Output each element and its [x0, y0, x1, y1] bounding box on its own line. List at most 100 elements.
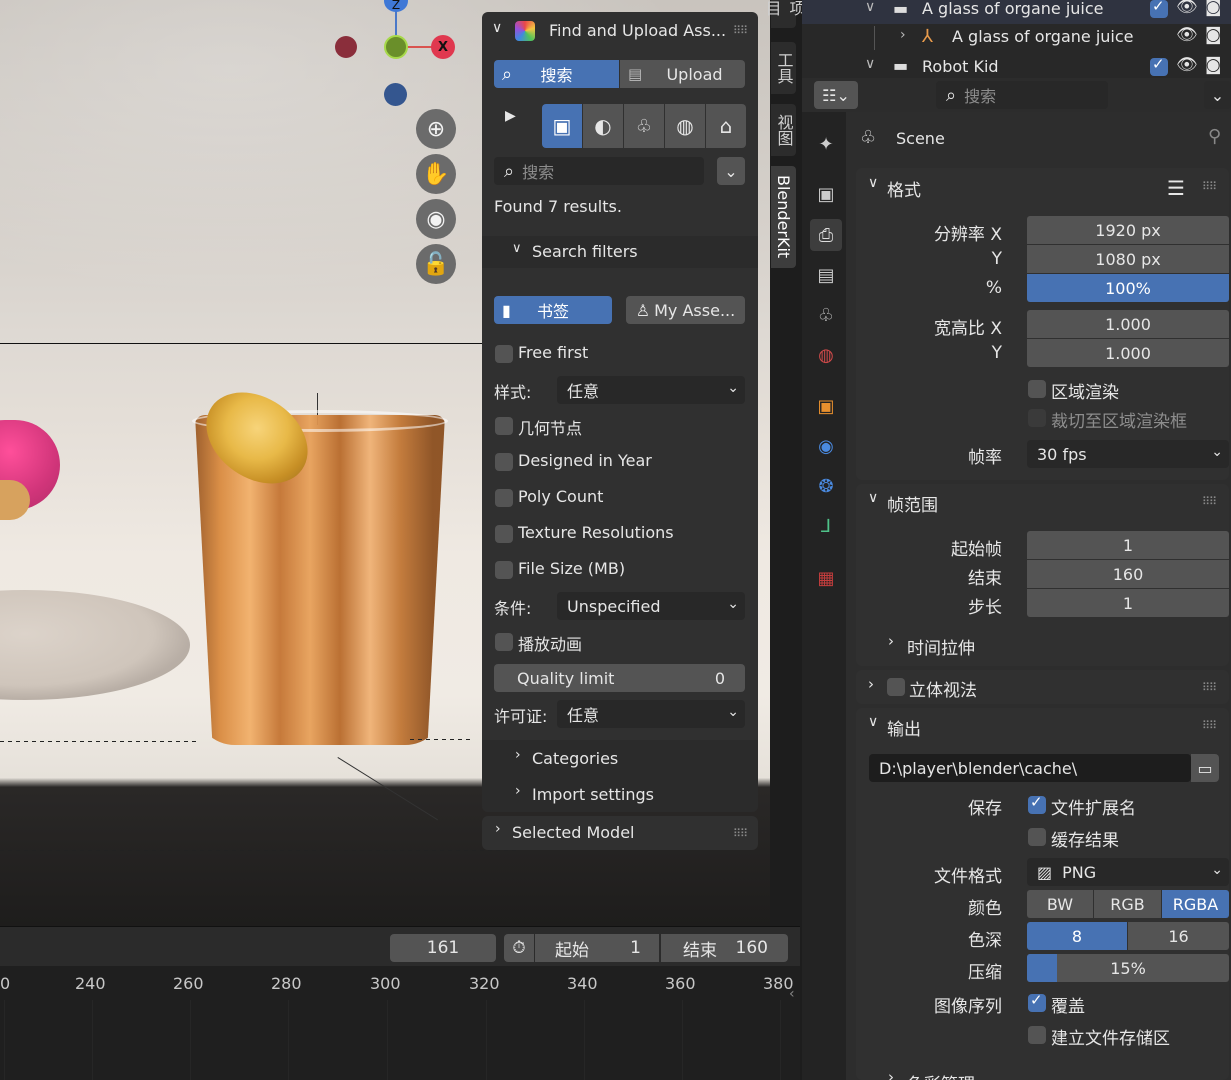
eye-icon[interactable]: 👁 — [1176, 25, 1198, 45]
drag-grip-icon[interactable]: ⠿⠿ — [1202, 719, 1217, 732]
output-header[interactable]: ∨ 输出 — [856, 708, 1229, 742]
placeholders-checkbox[interactable] — [1028, 1026, 1046, 1044]
gizmo-neg-x[interactable] — [335, 36, 357, 58]
stereoscopy-section[interactable]: › 立体视法 ⠿⠿ — [856, 670, 1229, 704]
designed-in-year-checkbox[interactable] — [495, 453, 513, 471]
object-data-icon[interactable]: ⅃ — [810, 510, 842, 542]
color-rgba-button[interactable]: RGBA — [1162, 890, 1229, 918]
pan-hand-icon[interactable]: ✋ — [416, 154, 456, 194]
material-type-icon[interactable]: ◐ — [583, 104, 623, 148]
condition-dropdown[interactable]: Unspecified ⌄ — [557, 592, 745, 620]
eye-icon[interactable]: 👁 — [1176, 0, 1198, 17]
gizmo-neg-y[interactable] — [384, 35, 408, 59]
style-dropdown[interactable]: 任意 ⌄ — [557, 376, 745, 404]
texture-resolutions-checkbox[interactable] — [495, 525, 513, 543]
camera-view-icon[interactable]: ◉ — [416, 199, 456, 239]
aspect-y-field[interactable]: 1.000 — [1027, 339, 1229, 367]
properties-search-input[interactable]: ⌕ 搜索 — [936, 81, 1108, 109]
animated-checkbox[interactable] — [495, 633, 513, 651]
camera-icon[interactable]: ◙ — [1205, 0, 1222, 17]
play-triangle-icon[interactable]: ▶ — [505, 108, 516, 124]
resolution-y-field[interactable]: 1080 px — [1027, 245, 1229, 273]
gizmo-neg-z[interactable] — [384, 83, 407, 106]
pin-icon[interactable]: ⚲ — [1208, 126, 1221, 147]
tab-item[interactable]: 项目 — [763, 0, 806, 28]
camera-icon[interactable]: ◙ — [1205, 55, 1222, 75]
output-icon[interactable]: ⎙ — [810, 219, 842, 251]
outliner-row[interactable]: ∨ ▬ Robot Kid 👁 ◙ — [802, 54, 1231, 78]
current-frame-field[interactable]: 161 — [390, 934, 496, 962]
free-first-checkbox[interactable] — [495, 345, 513, 363]
folder-icon[interactable]: ▭ — [1191, 754, 1219, 782]
stopwatch-icon[interactable]: ⏱ — [504, 934, 534, 962]
search-tab[interactable]: ⌕ 搜索 — [494, 60, 619, 88]
end-frame-field[interactable]: 结束 160 — [661, 934, 788, 962]
chevron-left-icon[interactable]: ‹ — [789, 986, 795, 1002]
hdri-type-icon[interactable]: ◍ — [665, 104, 705, 148]
drag-grip-icon[interactable]: ⠿⠿ — [733, 827, 748, 840]
render-icon[interactable]: ▣ — [810, 178, 842, 210]
physics-icon[interactable]: ◉ — [810, 430, 842, 462]
exclude-checkbox[interactable] — [1150, 0, 1168, 18]
file-extensions-checkbox[interactable] — [1028, 793, 1046, 814]
options-dropdown-icon[interactable]: ⌄ — [1204, 81, 1231, 109]
resolution-x-field[interactable]: 1920 px — [1027, 216, 1229, 244]
aspect-x-field[interactable]: 1.000 — [1027, 310, 1229, 338]
search-input[interactable]: ⌕ 搜索 — [494, 157, 704, 185]
search-dropdown-icon[interactable]: ⌄ — [717, 157, 745, 185]
tab-blenderkit[interactable]: BlenderKit — [771, 166, 796, 268]
color-rgb-button[interactable]: RGB — [1094, 890, 1161, 918]
exclude-checkbox[interactable] — [1150, 55, 1168, 76]
tab-view[interactable]: 视图 — [771, 104, 796, 156]
timeline-area[interactable]: 0 240 260 280 300 320 340 360 380 ‹ — [0, 966, 800, 1080]
start-frame-field[interactable]: 起始 1 — [535, 934, 659, 962]
outliner-row[interactable]: ∨ ▬ A glass of organe juice 👁 ◙ — [802, 0, 1231, 24]
categories-header[interactable]: › Categories — [482, 742, 758, 774]
poly-count-checkbox[interactable] — [495, 489, 513, 507]
drag-grip-icon[interactable]: ⠿⠿ — [1202, 681, 1217, 694]
editor-type-icon[interactable]: ☷⌄ — [814, 81, 858, 109]
license-dropdown[interactable]: 任意 ⌄ — [557, 700, 745, 728]
output-path-input[interactable]: D:\player\blender\cache\ — [869, 754, 1191, 782]
color-management-header[interactable]: › 色彩管理 — [876, 1062, 1216, 1080]
scene-icon[interactable]: ♧ — [810, 299, 842, 331]
compression-slider[interactable]: 15% — [1027, 954, 1229, 982]
search-filters-header[interactable]: ∨ Search filters — [482, 236, 758, 268]
drag-grip-icon[interactable]: ⠿⠿ — [733, 24, 748, 37]
import-settings-header[interactable]: › Import settings — [482, 778, 758, 810]
camera-icon[interactable]: ◙ — [1205, 25, 1222, 45]
tool-icon[interactable]: ✦ — [810, 128, 842, 160]
cache-result-checkbox[interactable] — [1028, 828, 1046, 846]
gizmo-x-button[interactable]: X — [431, 35, 455, 59]
drag-grip-icon[interactable]: ⠿⠿ — [1202, 495, 1217, 508]
bookmarks-button[interactable]: ▮ 书签 — [494, 296, 612, 324]
file-size-checkbox[interactable] — [495, 561, 513, 579]
zoom-icon[interactable]: ⊕ — [416, 109, 456, 149]
drag-grip-icon[interactable]: ⠿⠿ — [1202, 180, 1217, 193]
model-type-icon[interactable]: ▣ — [542, 104, 582, 148]
render-region-checkbox[interactable] — [1028, 380, 1046, 398]
time-stretching-header[interactable]: › 时间拉伸 — [876, 630, 1216, 660]
quality-limit-field[interactable]: Quality limit 0 — [494, 664, 745, 692]
frame-end-field[interactable]: 160 — [1027, 560, 1229, 588]
selected-model-panel[interactable]: › Selected Model ⠿⠿ — [482, 816, 758, 850]
color-depth-8-button[interactable]: 8 — [1027, 922, 1127, 950]
my-assets-button[interactable]: ♙ My Asse... — [626, 296, 745, 324]
resolution-percent-field[interactable]: 100% — [1027, 274, 1229, 302]
frame-start-field[interactable]: 1 — [1027, 531, 1229, 559]
stereoscopy-checkbox[interactable] — [887, 678, 905, 696]
frame-range-header[interactable]: ∨ 帧范围 — [856, 484, 1229, 518]
texture-icon[interactable]: ▦ — [810, 562, 842, 594]
frame-step-field[interactable]: 1 — [1027, 589, 1229, 617]
scene-type-icon[interactable]: ♧ — [624, 104, 664, 148]
brush-type-icon[interactable]: ⌂ — [706, 104, 746, 148]
color-bw-button[interactable]: BW — [1027, 890, 1093, 918]
world-icon[interactable]: ◍ — [810, 339, 842, 371]
overwrite-checkbox[interactable] — [1028, 991, 1046, 1012]
lock-icon[interactable]: 🔓 — [416, 244, 456, 284]
tab-tool[interactable]: 工具 — [771, 42, 796, 94]
frame-rate-dropdown[interactable]: 30 fps ⌄ — [1027, 440, 1229, 468]
file-format-dropdown[interactable]: ▨ PNG ⌄ — [1027, 858, 1229, 886]
outliner-row[interactable]: › ⅄ A glass of organe juice 👁 ◙ — [802, 25, 1231, 50]
object-icon[interactable]: ▣ — [810, 390, 842, 422]
